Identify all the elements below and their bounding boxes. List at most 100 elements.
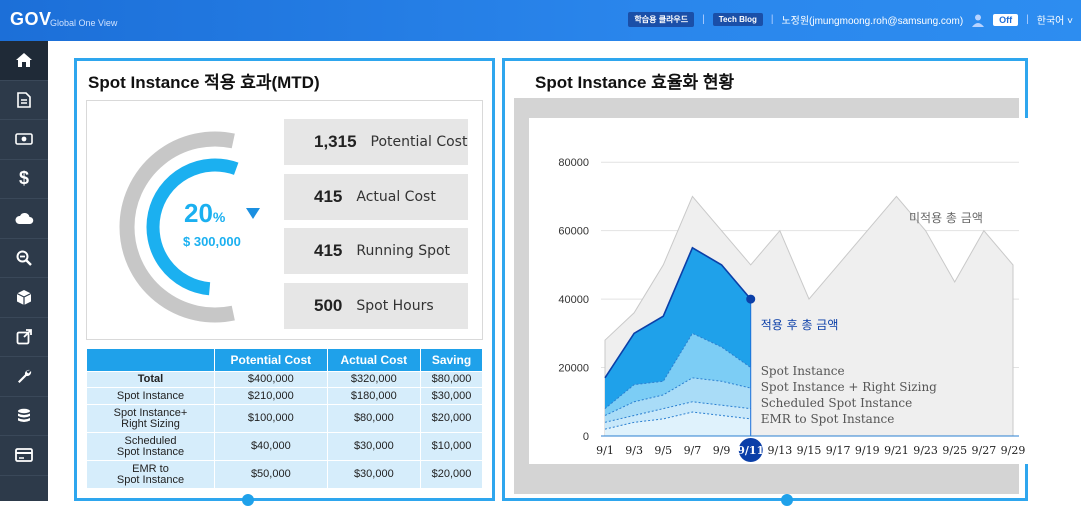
x-tick-label: 9/25 — [942, 444, 967, 457]
app-logo[interactable]: GOV — [10, 9, 52, 30]
series-label: Scheduled Spot Instance — [761, 396, 913, 410]
down-arrow-icon — [246, 208, 260, 219]
top-nav: 학습용 클라우드 | Tech Blog | 노정원(jmungmoong.ro… — [628, 12, 1073, 27]
row-saving: $80,000 — [420, 371, 483, 388]
series-label: Spot Instance — [761, 364, 845, 378]
language-select[interactable]: 한국어 ˅ — [1037, 12, 1073, 27]
y-tick-label: 80000 — [558, 157, 589, 169]
gauge-amount: $ 300,000 — [183, 234, 241, 249]
kpi-label: Potential Cost — [370, 134, 468, 150]
wrench-icon — [18, 370, 32, 384]
sidebar-item-document[interactable] — [0, 81, 48, 120]
kpi-value: 415 — [314, 241, 343, 260]
kpi-label: Running Spot — [356, 243, 451, 259]
scroll-handle[interactable] — [242, 494, 254, 506]
x-tick-label: 9/19 — [855, 444, 880, 457]
sidebar-item-external[interactable] — [0, 318, 48, 357]
user-name[interactable]: 노정원(jmungmoong.roh@samsung.com) — [781, 12, 963, 27]
sidebar-item-home[interactable] — [0, 41, 48, 81]
table-row: Spot Instance+ Right Sizing $100,000 $80… — [86, 404, 483, 433]
y-tick-label: 20000 — [558, 363, 589, 375]
x-tick-label: 9/9 — [713, 444, 731, 457]
chart-frame: 0 20000 40000 60000 80000 9/1 9/3 9/5 9/7 9/9 9/11… — [514, 98, 1029, 494]
efficiency-chart: 0 20000 40000 60000 80000 9/1 9/3 9/5 9/7 9/9 9/11… — [558, 157, 1026, 462]
annotation-untreated: 미적용 총 금액 — [909, 211, 983, 225]
toggle-off-button[interactable]: Off — [993, 13, 1019, 26]
x-tick-label: 9/11 — [737, 444, 764, 457]
row-actual: $30,000 — [326, 432, 422, 461]
nav-separator: | — [770, 14, 774, 25]
card-icon — [15, 448, 33, 463]
y-tick-label: 0 — [583, 431, 589, 443]
sidebar-item-settings[interactable] — [0, 357, 48, 397]
dollar-icon: $ — [18, 168, 29, 189]
kpi-value: 415 — [314, 187, 343, 206]
row-name: Spot Instance — [86, 387, 215, 405]
row-saving: $20,000 — [420, 404, 483, 433]
sidebar-item-cloud[interactable] — [0, 199, 48, 239]
table-header — [86, 348, 215, 372]
app-logo-subtitle: Global One View — [50, 18, 118, 28]
row-potential: $50,000 — [214, 460, 328, 489]
table-header-row: Potential Cost Actual Cost Saving — [86, 348, 483, 372]
table-header: Actual Cost — [326, 348, 422, 372]
nav-separator: | — [1026, 14, 1029, 25]
table-header: Saving — [420, 348, 483, 372]
savings-table: Potential Cost Actual Cost Saving Total … — [86, 348, 483, 489]
sidebar-item-cost[interactable]: $ — [0, 160, 48, 199]
row-saving: $30,000 — [420, 387, 483, 405]
external-link-icon — [16, 328, 32, 345]
learning-cloud-link[interactable]: 학습용 클라우드 — [628, 12, 695, 27]
table-row: EMR to Spot Instance $50,000 $30,000 $20… — [86, 460, 483, 489]
x-tick-label: 9/23 — [913, 444, 938, 457]
table-row: Total $400,000 $320,000 $80,000 — [86, 371, 483, 388]
tech-blog-link[interactable]: Tech Blog — [712, 13, 763, 26]
kpi-label: Spot Hours — [356, 298, 434, 314]
sidebar: $ — [0, 41, 48, 501]
row-potential: $40,000 — [214, 432, 328, 461]
database-icon — [18, 408, 30, 422]
language-label: 한국어 — [1036, 16, 1065, 27]
kpi-value: 500 — [314, 296, 343, 315]
sidebar-item-analysis[interactable] — [0, 239, 48, 278]
x-tick-label: 9/3 — [625, 444, 643, 457]
x-tick-label: 9/17 — [826, 444, 851, 457]
sidebar-item-billing[interactable] — [0, 120, 48, 160]
gauge-percent: 20% — [184, 198, 225, 229]
nav-separator: | — [702, 14, 705, 25]
table-row: Scheduled Spot Instance $40,000 $30,000 … — [86, 432, 483, 461]
row-potential: $210,000 — [214, 387, 328, 405]
gauge-percent-value: 20 — [184, 198, 213, 228]
row-name: Spot Instance+ Right Sizing — [86, 404, 215, 433]
kpi-value: 1,315 — [314, 132, 357, 151]
x-tick-label: 9/27 — [972, 444, 997, 457]
user-icon[interactable] — [971, 13, 985, 27]
sidebar-item-resources[interactable] — [0, 278, 48, 318]
x-tick-label: 9/1 — [596, 444, 614, 457]
sidebar-item-card[interactable] — [0, 436, 48, 476]
row-saving: $20,000 — [420, 460, 483, 489]
row-name: Total — [86, 371, 215, 388]
y-tick-label: 40000 — [558, 294, 589, 306]
x-tick-label: 9/5 — [654, 444, 672, 457]
scroll-handle[interactable] — [781, 494, 793, 506]
panel-title: Spot Instance 효율화 현황 — [535, 73, 735, 92]
x-tick-label: 9/21 — [884, 444, 909, 457]
kpi-potential-cost: 1,315 Potential Cost — [284, 119, 468, 165]
table-header: Potential Cost — [214, 348, 328, 372]
panel-title: Spot Instance 적용 효과(MTD) — [88, 73, 320, 92]
chevron-down-icon: ˅ — [1064, 16, 1073, 27]
x-tick-label: 9/15 — [797, 444, 822, 457]
y-tick-label: 60000 — [558, 226, 589, 238]
kpi-box: 20% $ 300,000 1,315 Potential Cost 415 A… — [86, 100, 483, 340]
series-label: EMR to Spot Instance — [761, 412, 895, 426]
document-icon — [17, 91, 31, 108]
home-icon — [16, 53, 32, 68]
kpi-running-spot: 415 Running Spot — [284, 228, 468, 274]
sidebar-item-database[interactable] — [0, 397, 48, 436]
table-row: Spot Instance $210,000 $180,000 $30,000 — [86, 387, 483, 405]
x-tick-label: 9/29 — [1001, 444, 1026, 457]
row-potential: $100,000 — [214, 404, 328, 433]
gauge-percent-unit: % — [212, 209, 226, 225]
zoom-out-icon — [16, 250, 32, 266]
